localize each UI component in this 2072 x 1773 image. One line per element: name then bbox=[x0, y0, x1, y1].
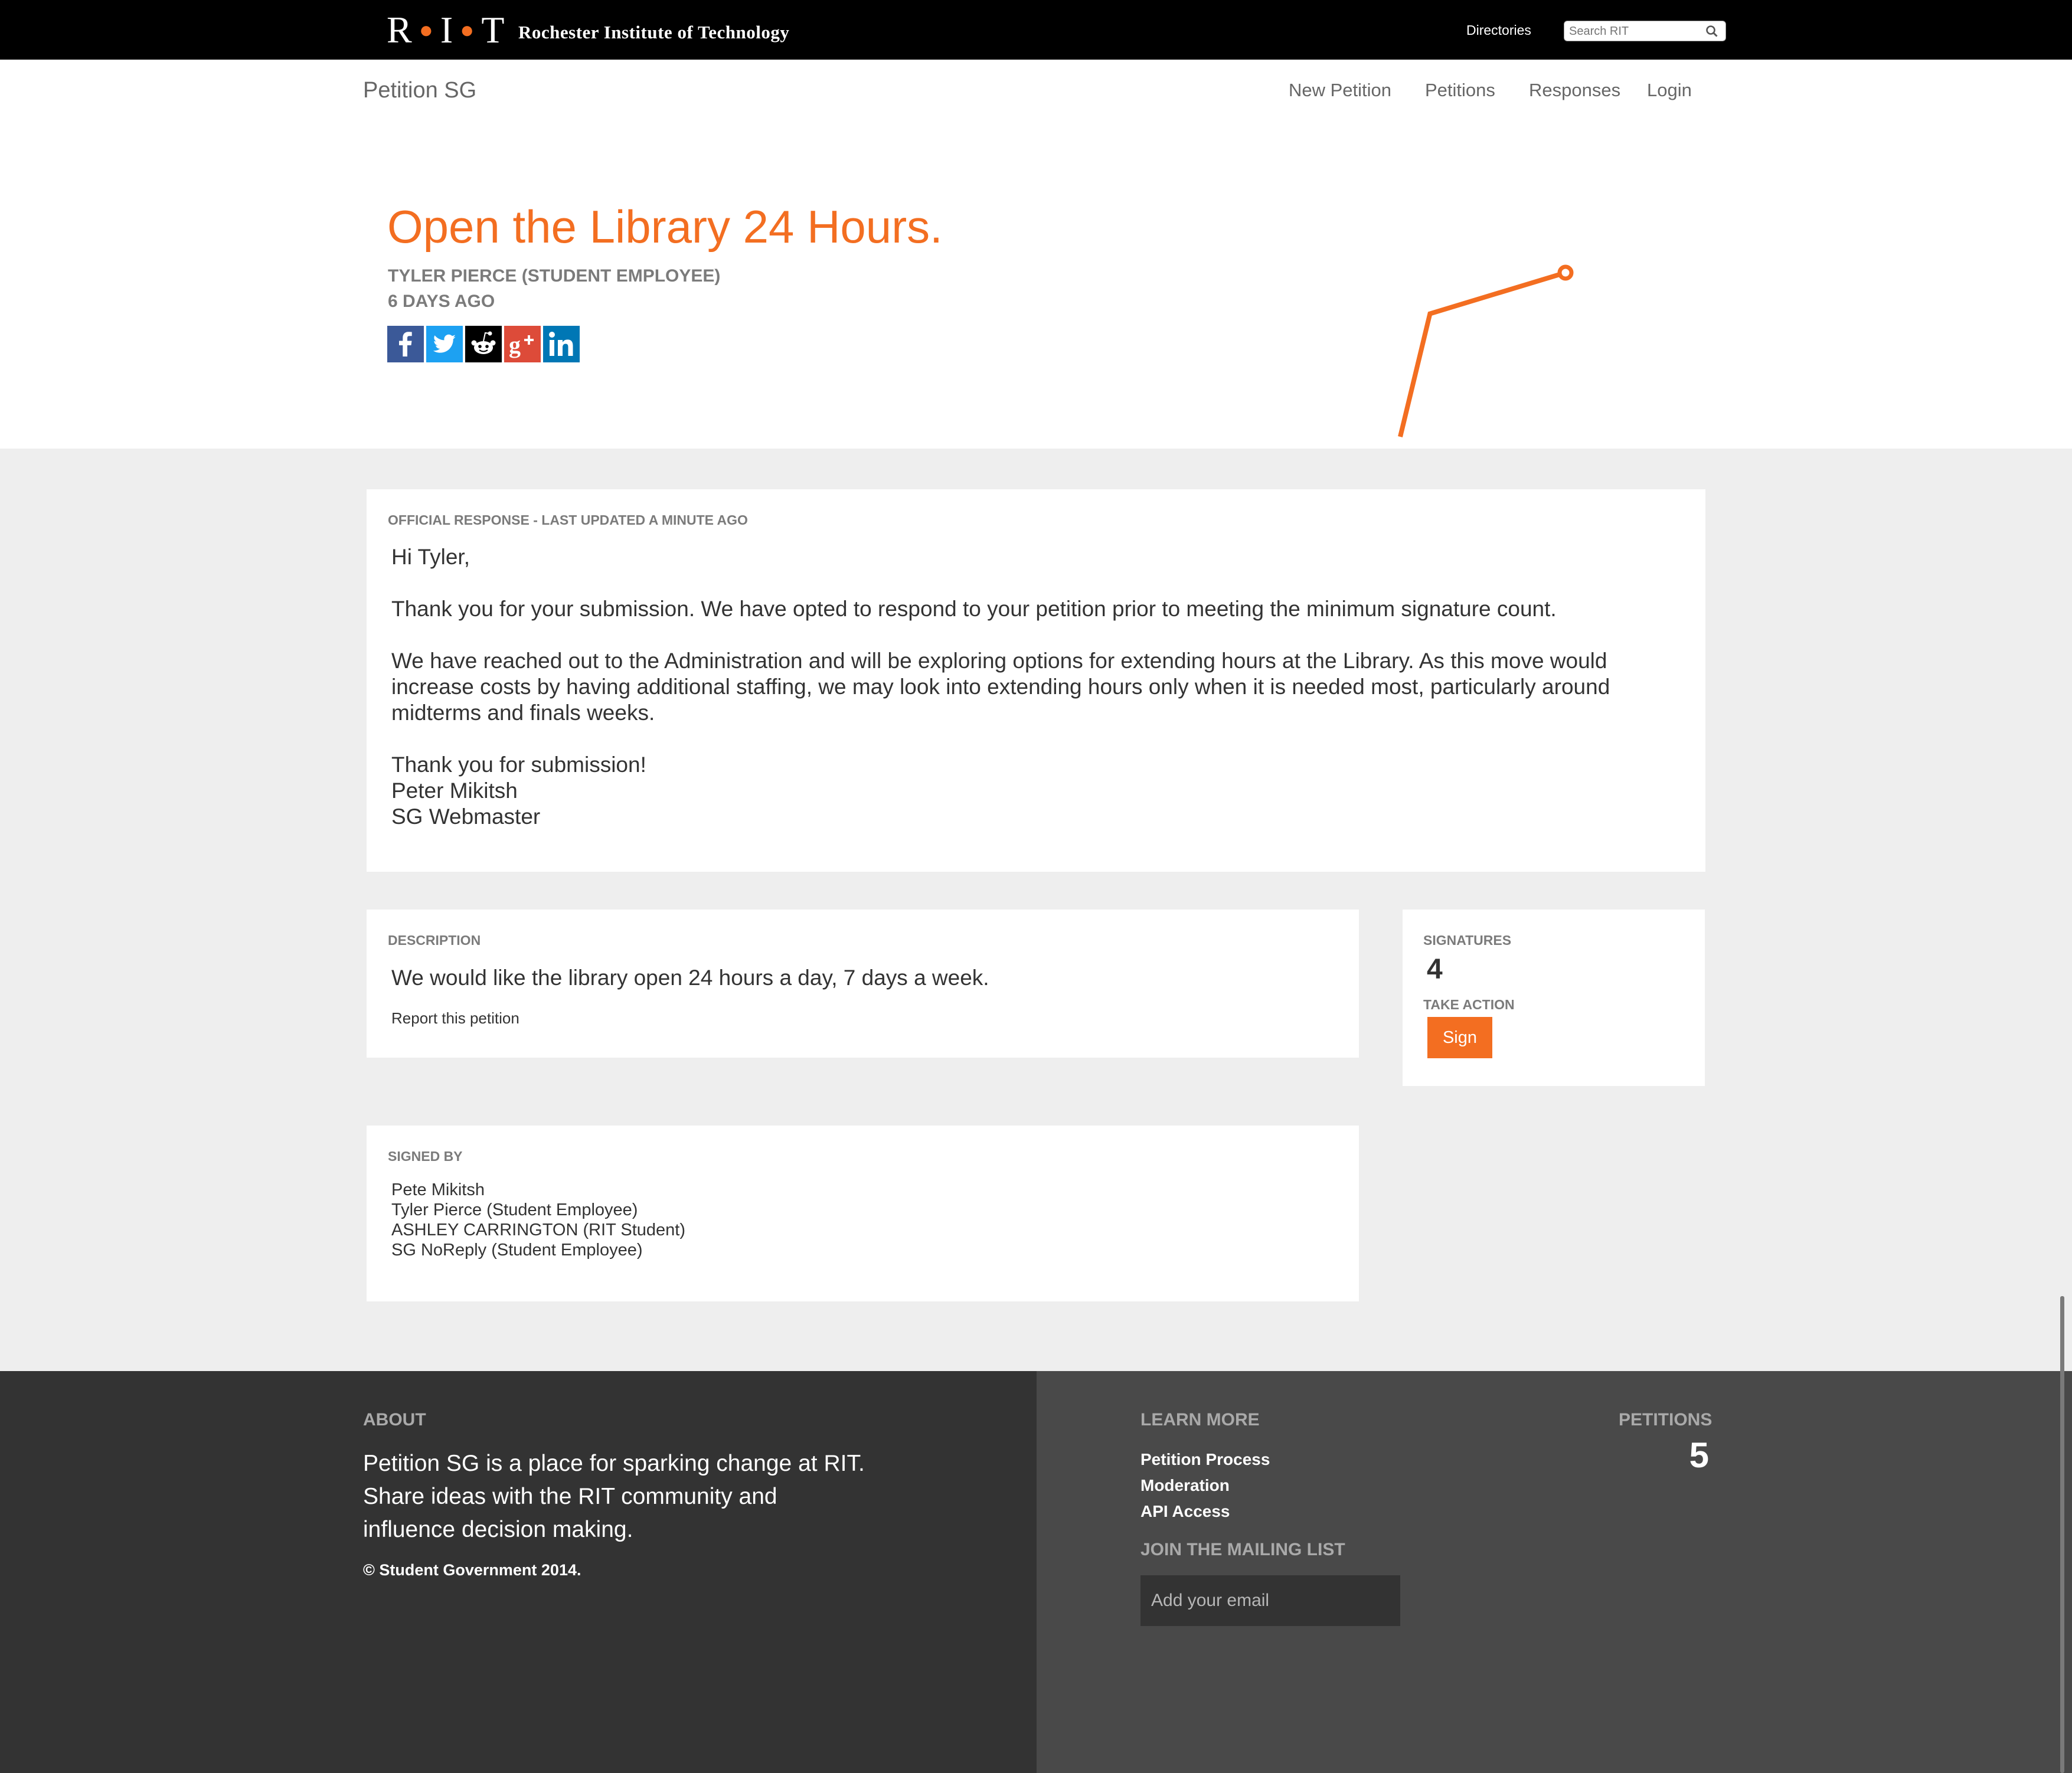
footer-about-text: Petition SG is a place for sparking chan… bbox=[363, 1451, 865, 1476]
footer-about-heading: ABOUT bbox=[363, 1410, 426, 1429]
signer-name: Pete Mikitsh bbox=[391, 1180, 485, 1199]
page-scrollbar[interactable] bbox=[2060, 1296, 2064, 1773]
response-line: increase costs by having additional staf… bbox=[391, 675, 1610, 699]
footer-petitions-heading: PETITIONS bbox=[1619, 1410, 1712, 1429]
response-line: Hi Tyler, bbox=[391, 545, 470, 569]
description-text: We would like the library open 24 hours … bbox=[391, 966, 989, 990]
response-line: We have reached out to the Administratio… bbox=[391, 649, 1607, 673]
footer-link-petition-process[interactable]: Petition Process bbox=[1140, 1448, 1270, 1471]
signer-name: SG NoReply (Student Employee) bbox=[391, 1241, 643, 1260]
svg-text:g: g bbox=[509, 332, 521, 358]
reddit-icon[interactable] bbox=[465, 326, 502, 362]
footer-learn-more-heading: LEARN MORE bbox=[1140, 1410, 1260, 1429]
response-line: Thank you for your submission. We have o… bbox=[391, 597, 1557, 621]
petition-age: 6 DAYS AGO bbox=[388, 292, 495, 311]
footer-mailing-heading: JOIN THE MAILING LIST bbox=[1140, 1540, 1345, 1559]
footer-link-moderation[interactable]: Moderation bbox=[1140, 1474, 1230, 1497]
signed-by-label: SIGNED BY bbox=[388, 1149, 463, 1164]
google-plus-icon[interactable]: g bbox=[504, 326, 541, 362]
description-label: DESCRIPTION bbox=[388, 933, 481, 948]
signature-count: 4 bbox=[1427, 954, 1443, 985]
twitter-icon[interactable] bbox=[426, 326, 463, 362]
response-line: SG Webmaster bbox=[391, 804, 541, 829]
nav-new-petition[interactable]: New Petition bbox=[1289, 78, 1391, 102]
institution-name[interactable]: Rochester Institute of Technology bbox=[518, 21, 789, 44]
official-response-label: OFFICIAL RESPONSE - LAST UPDATED A MINUT… bbox=[388, 512, 748, 528]
mailing-list-email-input[interactable] bbox=[1140, 1575, 1400, 1626]
signature-trend-endpoint bbox=[1557, 264, 1574, 281]
signer-name: Tyler Pierce (Student Employee) bbox=[391, 1200, 638, 1219]
footer-about-text: influence decision making. bbox=[363, 1517, 633, 1542]
rit-logo[interactable]: R ● I ● T bbox=[387, 9, 505, 51]
linkedin-icon[interactable] bbox=[543, 326, 580, 362]
nav-petitions[interactable]: Petitions bbox=[1425, 78, 1495, 102]
signatures-label: SIGNATURES bbox=[1423, 933, 1512, 948]
take-action-label: TAKE ACTION bbox=[1423, 997, 1515, 1012]
signer-name: ASHLEY CARRINGTON (RIT Student) bbox=[391, 1221, 685, 1239]
nav-responses[interactable]: Responses bbox=[1529, 78, 1620, 102]
rit-top-bar: R ● I ● T Rochester Institute of Technology … bbox=[0, 0, 2072, 60]
footer-about-text: Share ideas with the RIT community and bbox=[363, 1484, 777, 1509]
footer-link-api-access[interactable]: API Access bbox=[1140, 1500, 1230, 1523]
main-nav: New Petition Petitions Responses Login bbox=[0, 78, 2072, 102]
response-line: midterms and finals weeks. bbox=[391, 701, 655, 725]
signature-trend-chart bbox=[1398, 264, 1574, 437]
rit-search-box[interactable] bbox=[1564, 21, 1726, 41]
response-line: Peter Mikitsh bbox=[391, 778, 518, 803]
petition-author: TYLER PIERCE (STUDENT EMPLOYEE) bbox=[388, 266, 721, 286]
facebook-icon[interactable] bbox=[387, 326, 424, 362]
footer-copyright: © Student Government 2014. bbox=[363, 1561, 581, 1579]
nav-login[interactable]: Login bbox=[1647, 78, 1692, 102]
footer-petitions-count: 5 bbox=[1689, 1435, 1709, 1475]
sign-button[interactable]: Sign bbox=[1427, 1017, 1492, 1058]
signature-trend-line bbox=[1398, 270, 1567, 437]
directories-link[interactable]: Directories bbox=[1466, 20, 1531, 40]
response-line: Thank you for submission! bbox=[391, 753, 646, 777]
search-icon[interactable] bbox=[1705, 25, 1718, 38]
petition-title: Open the Library 24 Hours. bbox=[387, 201, 943, 253]
rit-search-input[interactable] bbox=[1569, 24, 1702, 39]
report-petition-link[interactable]: Report this petition bbox=[391, 1008, 519, 1028]
